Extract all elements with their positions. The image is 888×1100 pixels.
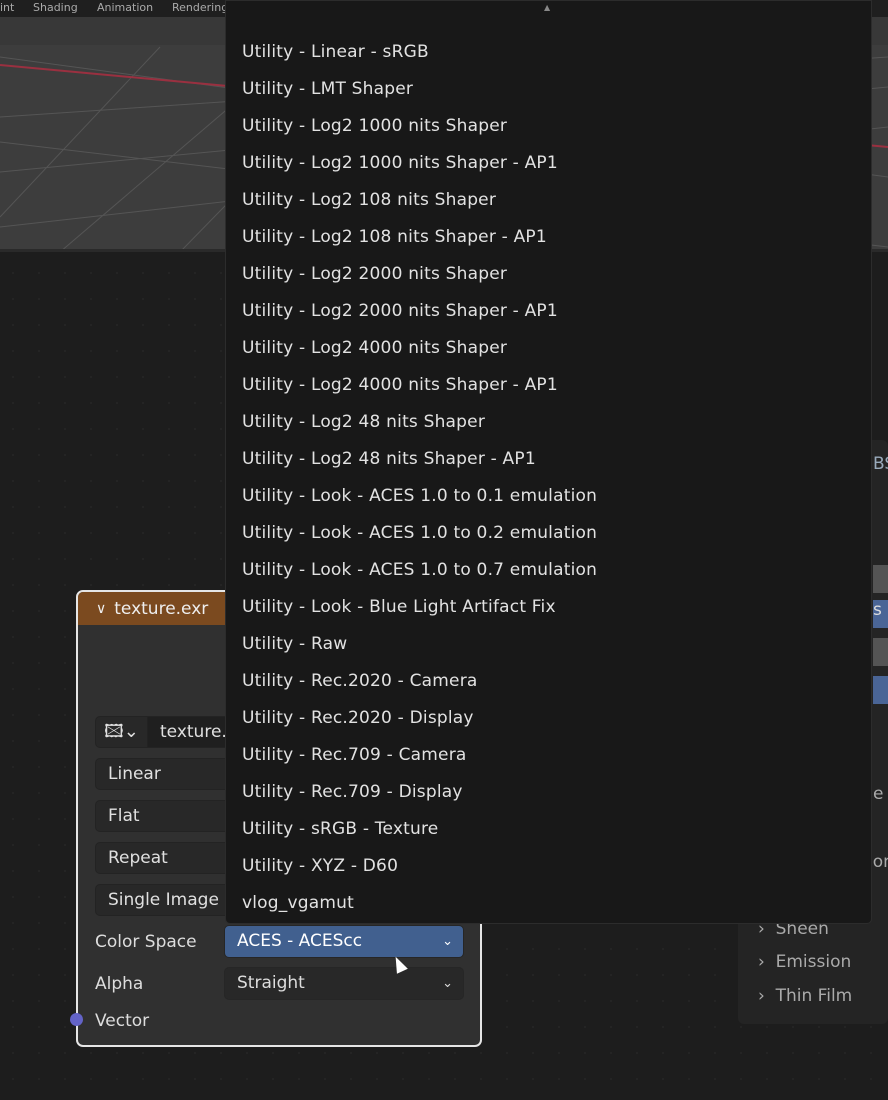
color-space-menu[interactable]: ▲ Utility - Linear - sRGB Utility - LMT S… [225, 0, 872, 924]
tab-shading[interactable]: Shading [33, 1, 78, 14]
menu-item[interactable]: Utility - Log2 48 nits Shaper - AP1 [242, 449, 536, 469]
vector-label: Vector [95, 1011, 150, 1031]
node-title: texture.exr [114, 598, 209, 619]
menu-item[interactable]: Utility - Log2 108 nits Shaper [242, 190, 496, 210]
menu-item[interactable]: vlog_vgamut [242, 893, 354, 913]
menu-item[interactable]: Utility - Log2 2000 nits Shaper [242, 264, 507, 284]
panel-partial-text: s [873, 600, 882, 620]
menu-item[interactable]: Utility - Log2 108 nits Shaper - AP1 [242, 227, 547, 247]
alpha-label: Alpha [95, 974, 144, 994]
menu-item[interactable]: Utility - Look - ACES 1.0 to 0.1 emulati… [242, 486, 597, 506]
menu-item[interactable]: Utility - Log2 1000 nits Shaper - AP1 [242, 153, 558, 173]
menu-item[interactable]: Utility - Log2 2000 nits Shaper - AP1 [242, 301, 558, 321]
menu-item[interactable]: Utility - Rec.709 - Camera [242, 745, 467, 765]
menu-item[interactable]: Utility - Rec.709 - Display [242, 782, 463, 802]
panel-field[interactable] [873, 565, 888, 593]
panel-field[interactable] [873, 638, 888, 666]
chevron-right-icon: › [758, 952, 765, 972]
tab-animation[interactable]: Animation [97, 1, 153, 14]
menu-item[interactable]: Utility - Log2 1000 nits Shaper [242, 116, 507, 136]
section-label: Emission [775, 952, 852, 972]
panel-field[interactable]: s [873, 600, 888, 628]
scroll-up-arrow-icon[interactable]: ▲ [544, 3, 550, 12]
menu-item[interactable]: Utility - Look - ACES 1.0 to 0.7 emulati… [242, 560, 597, 580]
image-browse-icon[interactable]: 🖾⌄ [96, 717, 148, 747]
menu-item[interactable]: Utility - Rec.2020 - Display [242, 708, 474, 728]
color-space-value: ACES - ACEScc [237, 931, 363, 951]
menu-item[interactable]: Utility - Log2 4000 nits Shaper [242, 338, 507, 358]
chevron-down-icon: ⌄ [442, 934, 453, 949]
menu-item[interactable]: Utility - LMT Shaper [242, 79, 413, 99]
alpha-value: Straight [237, 973, 305, 993]
tab-rendering[interactable]: Rendering [172, 1, 228, 14]
color-space-dropdown[interactable]: ACES - ACEScc ⌄ [224, 925, 464, 958]
chevron-right-icon: › [758, 986, 765, 1006]
menu-item[interactable]: Utility - sRGB - Texture [242, 819, 438, 839]
menu-item[interactable]: Utility - Look - Blue Light Artifact Fix [242, 597, 556, 617]
menu-item[interactable]: Utility - XYZ - D60 [242, 856, 398, 876]
panel-section-thin-film[interactable]: › Thin Film [758, 986, 852, 1006]
color-space-label: Color Space [95, 932, 197, 952]
tab-paint[interactable]: int [0, 1, 14, 14]
panel-section-emission[interactable]: › Emission [758, 952, 851, 972]
vector-socket[interactable] [70, 1013, 83, 1026]
alpha-dropdown[interactable]: Straight ⌄ [224, 967, 464, 1000]
menu-item[interactable]: Utility - Look - ACES 1.0 to 0.2 emulati… [242, 523, 597, 543]
chevron-down-icon: ⌄ [442, 976, 453, 991]
panel-partial-text: BS [873, 454, 888, 474]
menu-item[interactable]: Utility - Rec.2020 - Camera [242, 671, 478, 691]
panel-field[interactable] [873, 676, 888, 704]
menu-item[interactable]: Utility - Log2 4000 nits Shaper - AP1 [242, 375, 558, 395]
menu-item[interactable]: Utility - Linear - sRGB [242, 42, 429, 62]
menu-item[interactable]: Utility - Log2 48 nits Shaper [242, 412, 485, 432]
panel-partial-text: e [873, 784, 884, 804]
chevron-down-icon[interactable]: ∨ [96, 601, 106, 617]
section-label: Thin Film [775, 986, 853, 1006]
menu-item[interactable]: Utility - Raw [242, 634, 347, 654]
